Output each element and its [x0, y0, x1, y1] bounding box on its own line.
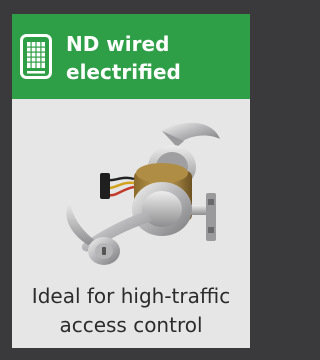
card-header: ND wired electrified	[12, 14, 250, 99]
product-card[interactable]: ND wired electrified Ideal for high-traf…	[12, 14, 250, 348]
card-title: ND wired electrified	[66, 32, 181, 84]
keypad-icon	[20, 34, 52, 79]
card-caption: Ideal for high-traffic access control	[31, 284, 231, 337]
lever-lock-image	[66, 122, 220, 265]
